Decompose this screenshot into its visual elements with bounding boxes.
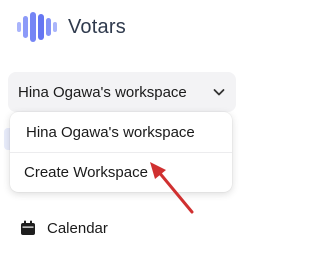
workspace-select-label: Hina Ogawa's workspace <box>18 83 187 101</box>
brand-logo[interactable]: Votars <box>16 12 126 42</box>
menu-item-create-workspace[interactable]: Create Workspace <box>10 152 232 192</box>
sidebar-item-label: Calendar <box>47 219 108 237</box>
brand-name: Votars <box>68 15 126 38</box>
menu-item-workspace[interactable]: Hina Ogawa's workspace <box>10 112 232 152</box>
calendar-icon <box>21 220 35 235</box>
sidebar-item-calendar[interactable]: Calendar <box>20 216 108 240</box>
logo-waveform-icon <box>17 12 57 42</box>
workspace-select[interactable]: Hina Ogawa's workspace <box>8 72 236 112</box>
workspace-dropdown-menu: Hina Ogawa's workspace Create Workspace <box>10 112 232 192</box>
chevron-down-icon[interactable] <box>212 85 226 99</box>
app-sidebar: Votars Hina Ogawa's workspace Hina Ogawa… <box>0 0 246 264</box>
